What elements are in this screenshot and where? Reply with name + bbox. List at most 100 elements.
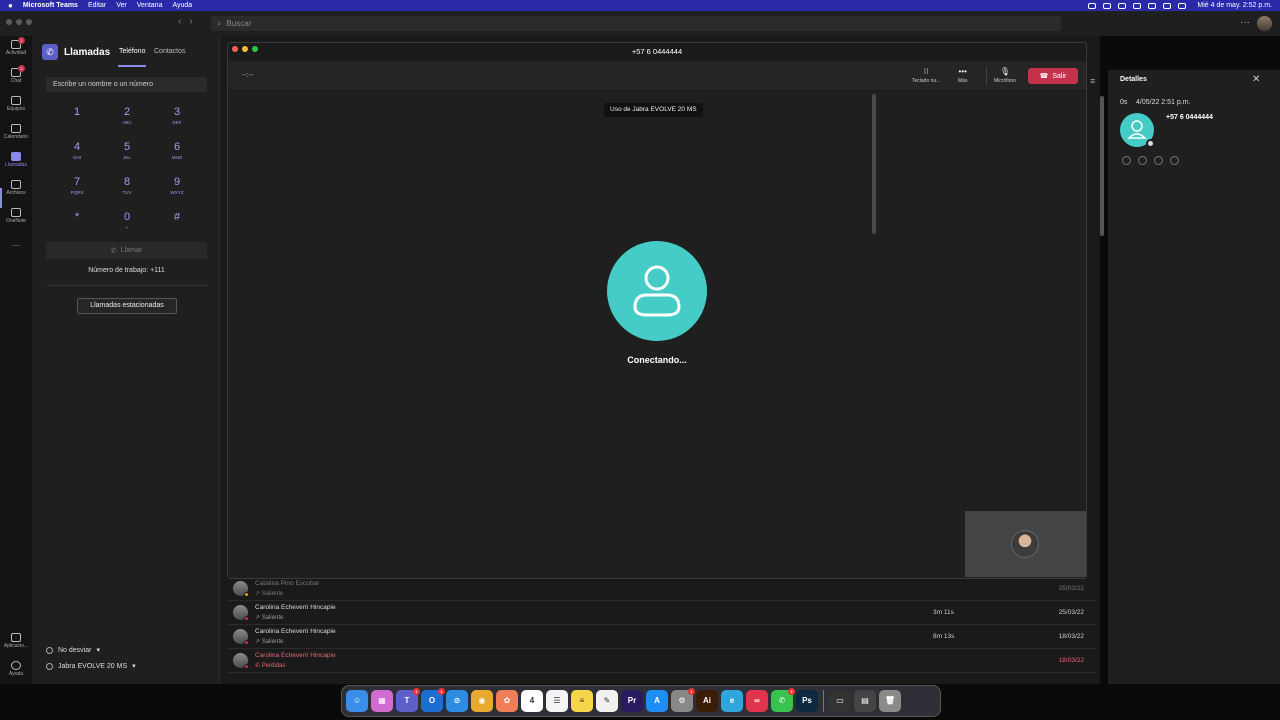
files-icon <box>11 180 21 189</box>
forwarding-selector[interactable]: No desviar ▾ <box>46 646 100 654</box>
battery-icon[interactable] <box>1118 2 1127 9</box>
self-view[interactable] <box>965 511 1086 577</box>
more-options-icon[interactable]: ··· <box>1240 17 1250 28</box>
dock-creative-cloud-icon[interactable]: ∞ <box>746 690 768 712</box>
call-button[interactable]: ✆ Llamar <box>46 242 207 259</box>
hang-up-icon: ☎ <box>1039 73 1049 80</box>
rail-item-ayuda[interactable]: Ayuda <box>0 661 32 677</box>
dialpad-key-hash[interactable]: # <box>157 211 197 225</box>
device-selector[interactable]: Jabra EVOLVE 20 MS ▾ <box>46 662 136 670</box>
close-window-button[interactable] <box>232 46 238 52</box>
siri-icon[interactable] <box>1178 2 1187 9</box>
menu-ventana[interactable]: Ventana <box>137 2 163 9</box>
table-row[interactable]: Carolina Echeverri Hincapie ✆ Perdidas 1… <box>228 649 1096 673</box>
dialpad-key-9[interactable]: 9 WXYZ <box>157 176 197 195</box>
dialpad-key-4[interactable]: 4 GHI <box>57 141 97 160</box>
table-row[interactable]: Catalina Pino Escobar ↗ Saliente 25/03/2… <box>228 577 1096 601</box>
dock-premiere-icon[interactable]: Pr <box>621 690 643 712</box>
minimize-window-button[interactable] <box>16 19 22 25</box>
menu-editar[interactable]: Editar <box>88 2 106 9</box>
dock-app-store-icon[interactable]: A <box>646 690 668 712</box>
rail-item-llamadas[interactable]: Llamadas <box>0 152 32 168</box>
dialpad-key-6[interactable]: 6 MNO <box>157 141 197 160</box>
apple-icon[interactable]: ● <box>8 1 13 10</box>
keypad-button[interactable]: ⁝⁝ Teclado nu... <box>912 67 940 84</box>
rail-item-archivos[interactable]: Archivos <box>0 180 32 196</box>
zoom-window-button[interactable] <box>252 46 258 52</box>
rail-item-chat[interactable]: 3 Chat <box>0 65 32 84</box>
dialpad-key-5[interactable]: 5 JKL <box>107 141 147 160</box>
spotlight-icon[interactable] <box>1148 2 1157 9</box>
dock-edge-icon[interactable]: e <box>721 690 743 712</box>
video-icon[interactable] <box>1154 156 1163 165</box>
cloud-icon[interactable] <box>1088 2 1097 9</box>
rail-item-onenote[interactable]: OneNote <box>0 208 32 224</box>
presence-badge <box>244 664 249 669</box>
menu-clock[interactable]: Mié 4 de may. 2:52 p.m. <box>1197 2 1272 9</box>
dock-screenshot-icon[interactable]: ▭ <box>829 690 851 712</box>
row-name: Catalina Pino Escobar <box>255 580 320 587</box>
dock-reminders-icon[interactable]: ☰ <box>546 690 568 712</box>
dock-calendar-icon[interactable]: 4 <box>521 690 543 712</box>
rail-more-apps[interactable]: ··· <box>0 240 32 250</box>
mic-button[interactable]: 🎙 Micrófono <box>994 67 1016 84</box>
dialpad-key-2[interactable]: 2 ABC <box>107 106 147 125</box>
dock-safari-icon[interactable]: ⊘ <box>446 690 468 712</box>
leave-button[interactable]: ☎ Salir <box>1028 68 1078 84</box>
dial-input[interactable]: Escribe un nombre o un número <box>46 77 207 92</box>
call-stage: Uso de Jabra EVOLVE 20 MS Conectando... <box>228 91 1086 578</box>
control-center-icon[interactable] <box>1163 2 1172 9</box>
menu-ayuda[interactable]: Ayuda <box>172 2 192 9</box>
tab-contactos[interactable]: Contactos <box>154 48 186 55</box>
dock-illustrator-icon[interactable]: Ai <box>696 690 718 712</box>
zoom-window-button[interactable] <box>26 19 32 25</box>
filter-icon[interactable]: ≡ <box>1090 76 1095 86</box>
dock-freeform-icon[interactable]: ✎ <box>596 690 618 712</box>
dialpad-key-1[interactable]: 1 <box>57 106 97 120</box>
menu-ver[interactable]: Ver <box>116 2 127 9</box>
search-input[interactable]: ⌕ Buscar <box>211 16 1061 31</box>
history-scrollbar[interactable] <box>1100 96 1104 236</box>
close-window-button[interactable] <box>6 19 12 25</box>
chat-icon[interactable] <box>1122 156 1131 165</box>
people-icon[interactable] <box>1138 156 1147 165</box>
rail-item-calendario[interactable]: Calendario <box>0 124 32 140</box>
dialpad-key-7[interactable]: 7 PQRS <box>57 176 97 195</box>
rail-item-equipos[interactable]: Equipos <box>0 96 32 112</box>
back-arrow-icon[interactable]: ‹ <box>178 16 181 27</box>
key-letters: ABC <box>122 120 132 125</box>
call-scrollbar[interactable] <box>872 94 876 234</box>
dock-trash-icon[interactable]: 🗑 <box>879 690 901 712</box>
dock-photos-icon[interactable]: ✿ <box>496 690 518 712</box>
dock-launchpad-icon[interactable]: ▦ <box>371 690 393 712</box>
dock-finder-icon[interactable]: ☺ <box>346 690 368 712</box>
dock-photoshop-icon[interactable]: Ps <box>796 690 818 712</box>
dock-chrome-icon[interactable]: ◉ <box>471 690 493 712</box>
dialpad-key-3[interactable]: 3 DEF <box>157 106 197 125</box>
rail-item-actividad[interactable]: 2 Actividad <box>0 37 32 56</box>
dialpad-key-0[interactable]: 0 + <box>107 211 147 230</box>
dock-terminal-icon[interactable]: ▤ <box>854 690 876 712</box>
dock-whatsapp-icon[interactable]: ✆ 3 <box>771 688 795 712</box>
table-row[interactable]: Carolina Echeverri Hincapie ↗ Saliente 8… <box>228 625 1096 649</box>
dialpad-key-8[interactable]: 8 TUV <box>107 176 147 195</box>
tab-telefono[interactable]: Teléfono <box>119 48 145 55</box>
menu-app-name[interactable]: Microsoft Teams <box>23 2 78 9</box>
phone-icon[interactable] <box>1170 156 1179 165</box>
table-row[interactable]: Carolina Echeverri Hincapie ↗ Saliente 3… <box>228 601 1096 625</box>
user-avatar[interactable] <box>1257 16 1272 31</box>
dock-outlook-icon[interactable]: O1 <box>421 688 445 712</box>
minimize-window-button[interactable] <box>242 46 248 52</box>
rail-item-aplicaciones[interactable]: Aplicacio... <box>0 633 32 649</box>
dock-system-preferences-icon[interactable]: ⚙ 1 <box>671 688 695 712</box>
close-icon[interactable]: ✕ <box>1252 74 1260 85</box>
parked-calls-button[interactable]: Llamadas estacionadas <box>77 298 177 314</box>
creative-cloud-tray-icon[interactable] <box>1103 2 1112 9</box>
dock-notes-icon[interactable]: ≡ <box>571 690 593 712</box>
dialpad-key-star[interactable]: * <box>57 211 97 225</box>
forward-arrow-icon[interactable]: › <box>189 16 192 27</box>
wifi-icon[interactable] <box>1133 2 1142 9</box>
more-button[interactable]: ••• Más <box>958 67 967 84</box>
dock-teams-icon[interactable]: T1 <box>396 688 420 712</box>
dialpad-icon: ⁝⁝ <box>923 67 929 76</box>
